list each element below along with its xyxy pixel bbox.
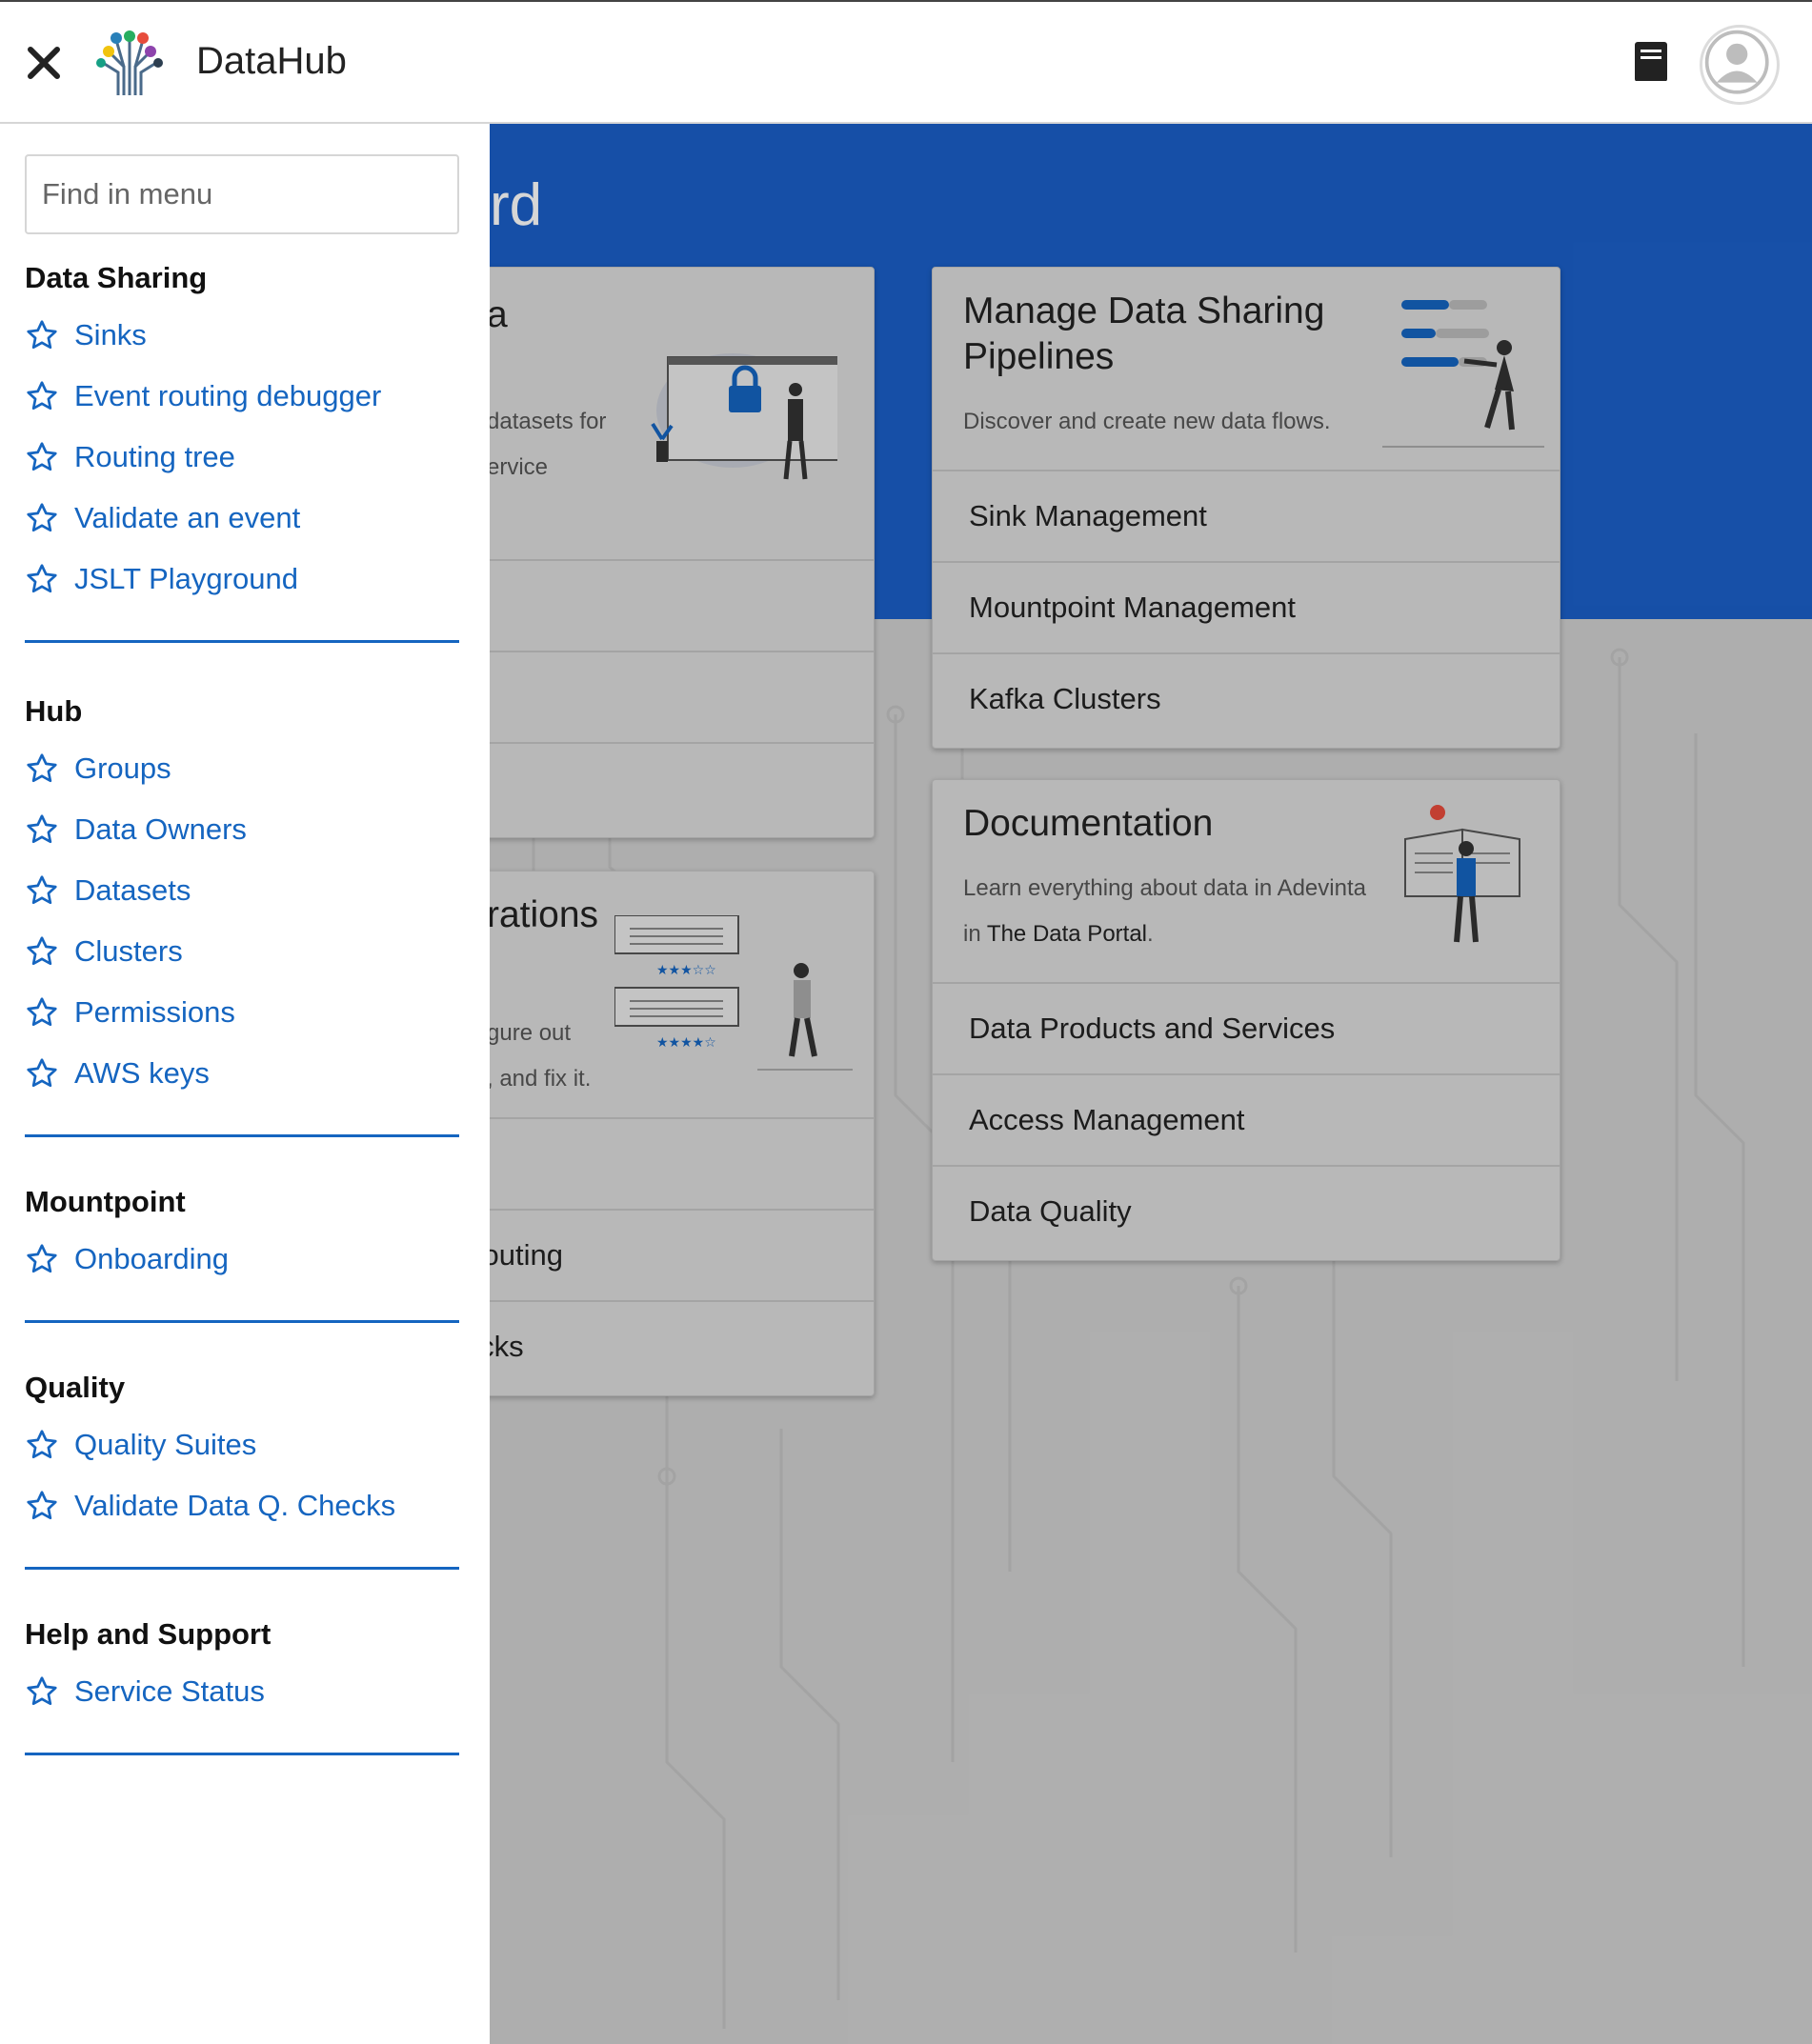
- menu-item-label: AWS keys: [74, 1056, 210, 1090]
- star-outline-icon[interactable]: [25, 995, 59, 1030]
- datahub-logo-icon: [96, 30, 163, 95]
- menu-item[interactable]: AWS keys: [25, 1043, 459, 1104]
- menu-item[interactable]: Quality Suites: [25, 1414, 459, 1475]
- menu-section-title: Hub: [25, 694, 83, 728]
- drawer-menu: Data Sharing Sinks Event routing debugger R…: [25, 257, 459, 1799]
- menu-item[interactable]: Permissions: [25, 982, 459, 1043]
- menu-item-label: Onboarding: [74, 1242, 230, 1275]
- menu-section-title: Quality: [25, 1371, 126, 1404]
- menu-item-label: Validate an event: [74, 501, 301, 534]
- star-outline-icon[interactable]: [25, 1674, 59, 1709]
- star-outline-icon[interactable]: [25, 562, 59, 596]
- star-outline-icon[interactable]: [25, 501, 59, 535]
- menu-item-label: Data Owners: [74, 812, 247, 846]
- navigation-drawer: Data Sharing Sinks Event routing debugger R…: [0, 124, 490, 2044]
- menu-section-title: Mountpoint: [25, 1185, 186, 1218]
- star-outline-icon[interactable]: [25, 1428, 59, 1462]
- menu-item-label: JSLT Playground: [74, 562, 298, 595]
- star-outline-icon[interactable]: [25, 440, 59, 474]
- menu-section-title: Data Sharing: [25, 261, 208, 294]
- menu-item-label: Permissions: [74, 995, 235, 1029]
- star-outline-icon[interactable]: [25, 1056, 59, 1091]
- menu-divider: [25, 1567, 459, 1570]
- menu-item-label: Service Status: [74, 1674, 265, 1708]
- menu-item[interactable]: Groups: [25, 738, 459, 799]
- menu-item-label: Sinks: [74, 318, 147, 351]
- menu-item[interactable]: Datasets: [25, 860, 459, 921]
- star-outline-icon[interactable]: [25, 812, 59, 847]
- menu-search-input[interactable]: [25, 154, 459, 234]
- menu-divider: [25, 1134, 459, 1137]
- star-outline-icon[interactable]: [25, 873, 59, 908]
- menu-item-label: Groups: [74, 751, 171, 785]
- star-outline-icon[interactable]: [25, 1489, 59, 1523]
- menu-divider: [25, 1753, 459, 1755]
- menu-item-label: Validate Data Q. Checks: [74, 1489, 396, 1522]
- menu-item[interactable]: Event routing debugger: [25, 366, 459, 427]
- book-icon[interactable]: [1631, 40, 1673, 86]
- menu-item[interactable]: Routing tree: [25, 427, 459, 488]
- menu-item-label: Datasets: [74, 873, 191, 907]
- user-avatar[interactable]: [1700, 25, 1780, 105]
- menu-item[interactable]: Validate Data Q. Checks: [25, 1475, 459, 1536]
- close-icon[interactable]: [25, 44, 63, 82]
- menu-item[interactable]: Onboarding: [25, 1229, 459, 1290]
- menu-divider: [25, 640, 459, 643]
- star-outline-icon[interactable]: [25, 318, 59, 352]
- menu-item-label: Event routing debugger: [74, 379, 382, 412]
- menu-item[interactable]: Validate an event: [25, 488, 459, 549]
- menu-item[interactable]: Service Status: [25, 1661, 459, 1722]
- star-outline-icon[interactable]: [25, 379, 59, 413]
- star-outline-icon[interactable]: [25, 751, 59, 786]
- menu-item[interactable]: Sinks: [25, 305, 459, 366]
- menu-item[interactable]: Data Owners: [25, 799, 459, 860]
- menu-section-title: Help and Support: [25, 1617, 272, 1651]
- menu-item-label: Routing tree: [74, 440, 235, 473]
- app-bar: DataHub: [0, 0, 1812, 124]
- menu-item[interactable]: JSLT Playground: [25, 549, 459, 610]
- menu-item[interactable]: Clusters: [25, 921, 459, 982]
- user-avatar-icon: [1704, 30, 1769, 94]
- menu-item-label: Clusters: [74, 934, 183, 968]
- app-title: DataHub: [196, 40, 347, 82]
- star-outline-icon[interactable]: [25, 934, 59, 969]
- menu-item-label: Quality Suites: [74, 1428, 257, 1461]
- star-outline-icon[interactable]: [25, 1242, 59, 1276]
- menu-divider: [25, 1320, 459, 1323]
